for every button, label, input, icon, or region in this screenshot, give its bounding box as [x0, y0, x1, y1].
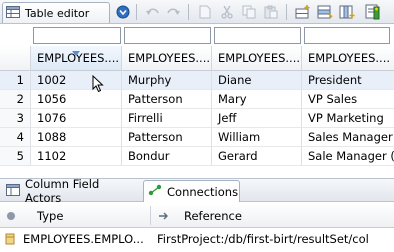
table-cell[interactable]: 1088	[31, 128, 122, 147]
table-cell[interactable]: Patterson	[122, 90, 212, 109]
table-cell[interactable]: Gerard	[212, 147, 302, 166]
table-editor-title: Table editor	[25, 6, 90, 20]
cut-icon[interactable]	[218, 3, 236, 21]
table-cell[interactable]: 1102	[31, 147, 122, 166]
filter-input-col2[interactable]	[124, 27, 211, 44]
column-header-4-label: EMPLOYEES....	[308, 51, 391, 65]
table-cell[interactable]: President	[302, 71, 394, 90]
table-row[interactable]: 1 1002 Murphy Diane President	[0, 71, 394, 90]
table-cell[interactable]: Patterson	[122, 128, 212, 147]
column-header-3-label: EMPLOYEES....	[218, 51, 301, 65]
table-editor-window: Table editor EMPLOYEES.... EMPLOYEES....…	[0, 0, 394, 252]
table-cell[interactable]: Firrelli	[122, 109, 212, 128]
edit-icon[interactable]	[364, 3, 382, 21]
connection-icon	[5, 228, 19, 250]
reference-column-header[interactable]: Reference	[184, 203, 384, 228]
table-cell[interactable]: Murphy	[122, 71, 212, 90]
new-document-icon[interactable]	[196, 3, 214, 21]
filter-input-col1[interactable]	[33, 27, 121, 44]
add-column-icon[interactable]	[338, 3, 356, 21]
sort-marker-icon	[72, 46, 80, 59]
table-row[interactable]: 5 1102 Bondur Gerard Sale Manager (	[0, 147, 394, 166]
table-cell[interactable]: 1076	[31, 109, 122, 128]
type-column-header[interactable]: Type	[37, 203, 147, 228]
connection-type-value: EMPLOYEES.EMPLO...	[23, 232, 144, 246]
table-cell[interactable]: Sale Manager (	[302, 147, 394, 166]
connection-reference-value: FirstProject:/db/first-birt/resultSet/co…	[157, 232, 369, 246]
table-cell[interactable]: William	[212, 128, 302, 147]
connection-type-header-icon	[6, 203, 26, 228]
toolbar: Table editor	[0, 0, 394, 24]
dropdown-circle-icon[interactable]	[114, 3, 132, 21]
table-cell[interactable]: VP Marketing	[302, 109, 394, 128]
table-cell[interactable]: 1002	[31, 71, 122, 90]
column-field-actors-icon	[6, 183, 20, 199]
table-row[interactable]: 4 1088 Patterson William Sales Manager	[0, 128, 394, 147]
connections-table-header: Type Reference	[0, 203, 394, 228]
row-number: 5	[0, 147, 31, 166]
table-cell[interactable]: Diane	[212, 71, 302, 90]
views-tab-bar: Column Field Actors Connections	[0, 177, 394, 205]
table-cell[interactable]: 1056	[31, 90, 122, 109]
column-header-2[interactable]: EMPLOYEES....	[122, 46, 212, 71]
data-table: EMPLOYEES.... EMPLOYEES.... EMPLOYEES...…	[0, 46, 394, 168]
table-row[interactable]: 2 1056 Patterson Mary VP Sales	[0, 90, 394, 109]
table-cell[interactable]: VP Sales	[302, 90, 394, 109]
table-cell[interactable]: Mary	[212, 90, 302, 109]
filter-row	[0, 24, 394, 46]
undo-icon[interactable]	[144, 3, 162, 21]
table-icon	[6, 5, 20, 21]
insert-row-icon[interactable]	[316, 3, 334, 21]
filter-input-col3[interactable]	[214, 27, 301, 44]
copy-icon[interactable]	[240, 3, 258, 21]
table-cell[interactable]: Sales Manager	[302, 128, 394, 147]
tab-connections-label: Connections	[167, 184, 239, 199]
row-number: 1	[0, 71, 31, 90]
tab-column-field-actors-label: Column Field Actors	[25, 177, 100, 205]
table-row[interactable]: 3 1076 Firrelli Jeff VP Marketing	[0, 109, 394, 128]
paste-icon[interactable]	[262, 3, 280, 21]
redo-icon[interactable]	[164, 3, 182, 21]
reference-header-icon	[158, 203, 178, 228]
connections-icon	[148, 184, 162, 199]
column-header-3[interactable]: EMPLOYEES....	[212, 46, 302, 71]
row-number: 4	[0, 128, 31, 147]
column-header-4[interactable]: EMPLOYEES....	[302, 46, 394, 71]
table-cell[interactable]: Jeff	[212, 109, 302, 128]
mouse-cursor-icon	[92, 74, 104, 96]
filter-input-col4[interactable]	[304, 27, 390, 44]
row-number: 3	[0, 109, 31, 128]
row-number: 2	[0, 90, 31, 109]
row-number-header	[0, 46, 31, 71]
tab-column-field-actors[interactable]: Column Field Actors	[2, 177, 138, 205]
column-header-2-label: EMPLOYEES....	[128, 51, 211, 65]
table-cell[interactable]: Bondur	[122, 147, 212, 166]
table-editor-tab[interactable]: Table editor	[2, 2, 110, 23]
tab-connections[interactable]: Connections	[143, 180, 240, 202]
add-row-icon[interactable]	[294, 3, 312, 21]
connection-row[interactable]: EMPLOYEES.EMPLO... FirstProject:/db/firs…	[0, 228, 394, 250]
